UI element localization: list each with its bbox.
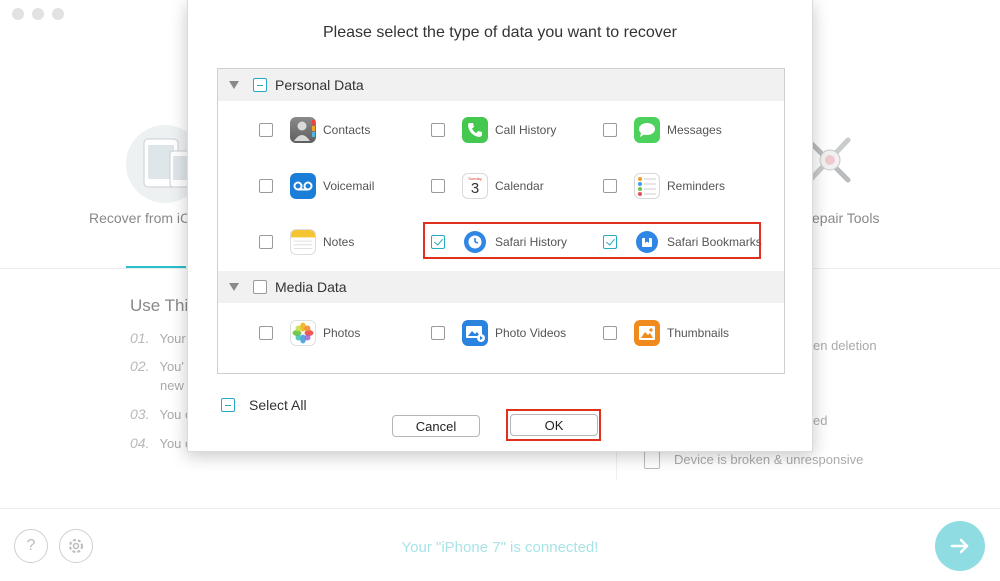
data-type-panel: Personal Data Contacts Call History Mess… <box>217 68 785 374</box>
group-checkbox-media[interactable] <box>253 280 267 294</box>
checkbox[interactable] <box>431 326 445 340</box>
scenario-item: en deletion <box>813 338 877 353</box>
step-2: 02. You' <box>130 358 184 374</box>
cancel-button[interactable]: Cancel <box>392 415 480 437</box>
step-4: 04. You c <box>130 435 192 451</box>
checkbox[interactable] <box>259 179 273 193</box>
voicemail-icon <box>290 173 316 199</box>
item-label: Messages <box>667 123 722 137</box>
instructions-title: Use Thi <box>130 296 189 315</box>
item-label: Reminders <box>667 179 726 193</box>
item-call-history[interactable]: Call History <box>431 116 556 144</box>
highlight-safari-items <box>423 222 761 259</box>
item-label: Photo Videos <box>495 326 567 340</box>
checkbox[interactable] <box>431 123 445 137</box>
arrow-right-icon <box>950 538 969 554</box>
group-label: Media Data <box>275 279 347 295</box>
next-button[interactable] <box>935 521 985 571</box>
mode-recover-label: Recover from iC <box>89 210 191 226</box>
item-notes[interactable]: Notes <box>259 228 354 256</box>
item-messages[interactable]: Messages <box>603 116 722 144</box>
phone-icon <box>462 117 488 143</box>
item-label: Calendar <box>495 179 544 193</box>
group-checkbox-personal[interactable] <box>253 78 267 92</box>
notes-icon <box>290 229 316 255</box>
item-label: Notes <box>323 235 355 249</box>
item-reminders[interactable]: Reminders <box>603 172 725 200</box>
item-thumbnails[interactable]: Thumbnails <box>603 319 729 347</box>
select-data-dialog: Please select the type of data you want … <box>187 0 813 452</box>
checkbox[interactable] <box>259 326 273 340</box>
checkbox[interactable] <box>259 123 273 137</box>
zoom-window-button[interactable] <box>52 8 64 20</box>
step-text: Your <box>159 331 186 346</box>
calendar-icon: Sunday 3 <box>462 173 488 199</box>
contacts-icon <box>290 117 316 143</box>
item-label: Voicemail <box>323 179 375 193</box>
reminders-icon <box>634 173 660 199</box>
step-number: 02. <box>130 358 150 374</box>
footer-divider <box>0 508 1000 509</box>
item-contacts[interactable]: Contacts <box>259 116 370 144</box>
disclosure-triangle-icon[interactable] <box>229 283 239 291</box>
select-all-label: Select All <box>249 397 307 413</box>
item-photos[interactable]: Photos <box>259 319 360 347</box>
checkbox[interactable] <box>431 179 445 193</box>
scenario-item: ed <box>813 413 828 428</box>
close-window-button[interactable] <box>12 8 24 20</box>
checkbox[interactable] <box>603 179 617 193</box>
step-3: 03. You c <box>130 406 192 422</box>
photo-videos-icon <box>462 320 488 346</box>
checkbox[interactable] <box>603 123 617 137</box>
item-label: Call History <box>495 123 557 137</box>
window-controls <box>12 8 64 20</box>
scenario-item: Device is broken & unresponsive <box>674 452 864 467</box>
step-text: You' <box>159 359 184 374</box>
photos-icon <box>290 320 316 346</box>
mode-repair-label: epair Tools <box>812 210 880 226</box>
item-label: Contacts <box>323 123 371 137</box>
select-all-checkbox[interactable] <box>221 398 235 412</box>
dialog-title: Please select the type of data you want … <box>323 24 677 41</box>
messages-icon <box>634 117 660 143</box>
thumbnails-icon <box>634 320 660 346</box>
ok-button[interactable]: OK <box>510 414 598 436</box>
device-broken-icon <box>644 451 660 469</box>
group-label: Personal Data <box>275 77 364 93</box>
item-calendar[interactable]: Sunday 3 Calendar <box>431 172 544 200</box>
group-personal-data[interactable]: Personal Data <box>218 69 784 101</box>
calendar-day: 3 <box>470 179 480 197</box>
select-all-control[interactable]: Select All <box>221 397 307 413</box>
disclosure-triangle-icon[interactable] <box>229 81 239 89</box>
item-photo-videos[interactable]: Photo Videos <box>431 319 566 347</box>
checkbox[interactable] <box>603 326 617 340</box>
step-1: 01. Your <box>130 330 186 346</box>
item-voicemail[interactable]: Voicemail <box>259 172 374 200</box>
item-label: Thumbnails <box>667 326 730 340</box>
step-number: 03. <box>130 406 150 422</box>
minimize-window-button[interactable] <box>32 8 44 20</box>
step-2-continued: new <box>160 378 184 393</box>
item-label: Photos <box>323 326 361 340</box>
group-media-data[interactable]: Media Data <box>218 271 784 303</box>
checkbox[interactable] <box>259 235 273 249</box>
step-number: 01. <box>130 330 150 346</box>
step-number: 04. <box>130 435 150 451</box>
connection-status: Your "iPhone 7" is connected! <box>401 539 599 556</box>
